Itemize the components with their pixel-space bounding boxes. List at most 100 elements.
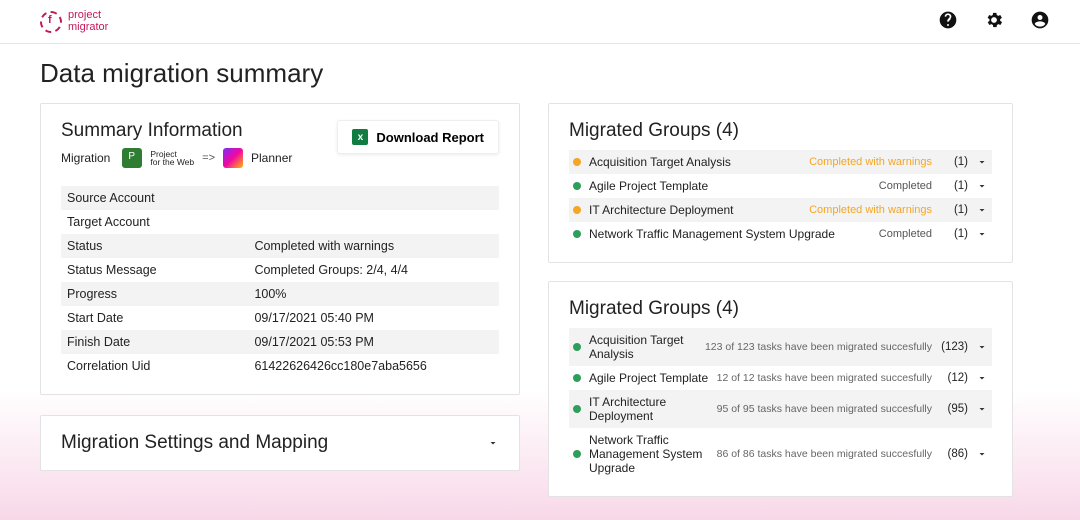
status-dot-icon (573, 374, 581, 382)
group-row[interactable]: Acquisition Target Analysis 123 of 123 ta… (569, 328, 992, 366)
summary-row: StatusCompleted with warnings (61, 234, 499, 258)
summary-key: Status (67, 239, 254, 253)
status-dot-icon (573, 450, 581, 458)
col-right: Migrated Groups (4) Acquisition Target A… (548, 103, 1013, 497)
group-row[interactable]: IT Architecture Deployment 95 of 95 tasks… (569, 390, 992, 428)
group-status: 123 of 123 tasks have been migrated succ… (705, 341, 932, 353)
summary-row: Progress100% (61, 282, 499, 306)
group-row[interactable]: IT Architecture Deployment Completed with… (569, 198, 992, 222)
chevron-down-icon[interactable] (976, 204, 988, 216)
status-dot-icon (573, 405, 581, 413)
groups1-title: Migrated Groups (4) (569, 120, 992, 142)
group-name: Network Traffic Management System Upgrad… (589, 433, 709, 475)
download-report-button[interactable]: x Download Report (337, 120, 499, 154)
summary-key: Target Account (67, 215, 254, 229)
groups-card-2: Migrated Groups (4) Acquisition Target A… (548, 281, 1013, 497)
chevron-down-icon[interactable] (976, 448, 988, 460)
planner-icon (223, 148, 243, 168)
summary-value: Completed Groups: 2/4, 4/4 (254, 263, 493, 277)
summary-row: Start Date09/17/2021 05:40 PM (61, 306, 499, 330)
group-name: IT Architecture Deployment (589, 395, 709, 423)
brand-icon (40, 11, 62, 33)
user-icon[interactable] (1030, 10, 1050, 33)
summary-title: Summary Information (61, 120, 292, 142)
chevron-down-icon[interactable] (976, 180, 988, 192)
group-status: Completed with warnings (809, 204, 932, 216)
help-icon[interactable] (938, 10, 958, 33)
status-dot-icon (573, 343, 581, 351)
group-count: (12) (940, 372, 968, 384)
group-row[interactable]: Acquisition Target AnalysisCompleted wit… (569, 150, 992, 174)
target-app: Planner (251, 151, 292, 165)
group-row[interactable]: Network Traffic Management System Upgrad… (569, 428, 992, 480)
brand-logo[interactable]: project migrator (40, 10, 108, 33)
download-label: Download Report (376, 130, 484, 145)
summary-value: Completed with warnings (254, 239, 493, 253)
summary-value: 09/17/2021 05:40 PM (254, 311, 493, 325)
group-count: (123) (940, 341, 968, 353)
group-name: Agile Project Template (589, 371, 709, 385)
group-count: (1) (940, 156, 968, 168)
group-name: IT Architecture Deployment (589, 203, 801, 217)
group-row[interactable]: Agile Project Template Completed (1) (569, 174, 992, 198)
gear-icon[interactable] (984, 10, 1004, 33)
summary-value: 61422626426cc180e7aba5656 (254, 359, 493, 373)
group-name: Acquisition Target Analysis (589, 333, 697, 361)
summary-row: Status MessageCompleted Groups: 2/4, 4/4 (61, 258, 499, 282)
summary-key: Source Account (67, 191, 254, 205)
group-row[interactable]: Agile Project Template12 of 12 tasks hav… (569, 366, 992, 390)
group-status: Completed with warnings (809, 156, 932, 168)
chevron-down-icon[interactable] (976, 403, 988, 415)
summary-value: 100% (254, 287, 493, 301)
groups-card-1: Migrated Groups (4) Acquisition Target A… (548, 103, 1013, 263)
columns: Summary Information Migration Projectfor… (40, 103, 1040, 497)
group-name: Network Traffic Management System Upgrad… (589, 227, 871, 241)
group-row[interactable]: Network Traffic Management System Upgrad… (569, 222, 992, 246)
excel-icon: x (352, 129, 368, 145)
summary-value (254, 215, 493, 229)
settings-card[interactable]: Migration Settings and Mapping (40, 415, 520, 471)
group-count: (1) (940, 180, 968, 192)
status-dot-icon (573, 230, 581, 238)
summary-value: 09/17/2021 05:53 PM (254, 335, 493, 349)
group-status: 95 of 95 tasks have been migrated succes… (717, 403, 932, 415)
brand-line2: migrator (68, 22, 108, 34)
group-count: (86) (940, 448, 968, 460)
chevron-down-icon[interactable] (976, 228, 988, 240)
chevron-down-icon[interactable] (976, 341, 988, 353)
group-name: Agile Project Template (589, 179, 871, 193)
summary-key: Start Date (67, 311, 254, 325)
col-left: Summary Information Migration Projectfor… (40, 103, 520, 497)
group-count: (95) (940, 403, 968, 415)
status-dot-icon (573, 206, 581, 214)
chevron-down-icon[interactable] (976, 156, 988, 168)
migration-row: Migration Projectfor the Web => Planner (61, 148, 292, 168)
settings-title: Migration Settings and Mapping (61, 432, 328, 454)
brand-line1: project (68, 10, 108, 22)
summary-value (254, 191, 493, 205)
summary-key: Progress (67, 287, 254, 301)
summary-key: Status Message (67, 263, 254, 277)
groups1-list: Acquisition Target AnalysisCompleted wit… (569, 150, 992, 246)
summary-key: Correlation Uid (67, 359, 254, 373)
group-status: Completed (879, 180, 932, 192)
group-status: 86 of 86 tasks have been migrated succes… (717, 448, 932, 460)
page-title: Data migration summary (40, 58, 1040, 89)
summary-row: Target Account (61, 210, 499, 234)
status-dot-icon (573, 182, 581, 190)
project-icon (122, 148, 142, 168)
status-dot-icon (573, 158, 581, 166)
chevron-down-icon[interactable] (976, 372, 988, 384)
migration-label: Migration (61, 151, 110, 165)
group-status: Completed (879, 228, 932, 240)
summary-key: Finish Date (67, 335, 254, 349)
groups2-title: Migrated Groups (4) (569, 298, 992, 320)
topbar-actions (938, 10, 1050, 33)
group-count: (1) (940, 228, 968, 240)
summary-card: Summary Information Migration Projectfor… (40, 103, 520, 395)
summary-head: Summary Information Migration Projectfor… (61, 120, 499, 178)
summary-row: Finish Date09/17/2021 05:53 PM (61, 330, 499, 354)
chevron-down-icon (487, 437, 499, 449)
summary-row: Source Account (61, 186, 499, 210)
summary-table: Source Account Target Account StatusComple… (61, 186, 499, 378)
